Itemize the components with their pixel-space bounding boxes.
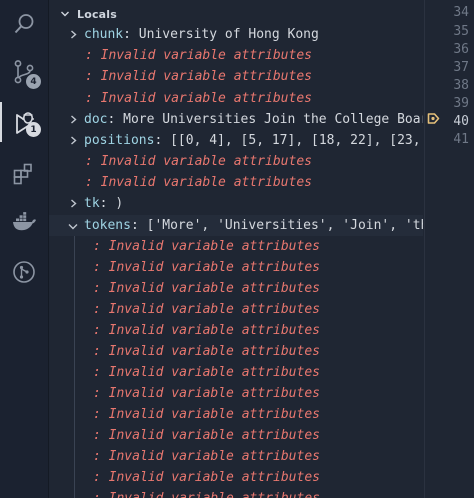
error-text: : Invalid variable attributes [93, 449, 320, 464]
line-number: 34 [453, 5, 469, 20]
error-text: : Invalid variable attributes [85, 48, 312, 63]
error-text: : Invalid variable attributes [85, 91, 312, 106]
section-title: Locals [77, 8, 118, 21]
line-number: 38 [453, 78, 469, 93]
error-text: : Invalid variable attributes [93, 470, 320, 485]
variable-row-tk[interactable]: tk: ) [49, 193, 423, 214]
error-text: : Invalid variable attributes [93, 428, 320, 443]
search-icon[interactable] [0, 0, 48, 48]
chevron-right-icon[interactable] [69, 115, 78, 124]
variable-row-error[interactable]: : Invalid variable attributes [49, 257, 423, 278]
variable-row-positions[interactable]: positions: [[0, 4], [5, 17], [18, 22], [… [49, 130, 423, 151]
error-text: : Invalid variable attributes [93, 302, 320, 317]
variable-separator: : [130, 218, 147, 233]
error-text: : Invalid variable attributes [85, 69, 312, 84]
chevron-right-icon[interactable] [69, 30, 78, 39]
variable-value: University of Hong Kong [138, 27, 319, 42]
variable-row-tokens[interactable]: tokens: ['More', 'Universities', 'Join',… [49, 215, 423, 236]
line-number: 41 [453, 132, 469, 147]
variable-row-error[interactable]: : Invalid variable attributes [49, 362, 423, 383]
variable-name: doc [84, 112, 108, 127]
git-graph-icon[interactable] [0, 248, 48, 296]
variable-row-error[interactable]: : Invalid variable attributes [49, 299, 423, 320]
variable-row-error[interactable]: : Invalid variable attributes [49, 172, 423, 193]
variable-name: tokens [84, 218, 131, 233]
error-text: : Invalid variable attributes [93, 365, 320, 380]
error-text: : Invalid variable attributes [93, 260, 320, 275]
variable-row-error[interactable]: : Invalid variable attributes [49, 88, 423, 109]
variable-row-error[interactable]: : Invalid variable attributes [49, 66, 423, 87]
extensions-icon[interactable] [0, 150, 48, 198]
debug-badge: 1 [26, 122, 41, 137]
chevron-right-icon[interactable] [69, 199, 78, 208]
locals-section-header[interactable]: Locals [49, 4, 423, 24]
editor-gutter: 34 35 36 37 38 39 40 41 [424, 0, 474, 498]
chevron-down-icon [61, 11, 69, 17]
variable-name: positions [84, 133, 155, 148]
variable-row-error[interactable]: : Invalid variable attributes [49, 151, 423, 172]
error-text: : Invalid variable attributes [93, 344, 320, 359]
variable-row-error[interactable]: : Invalid variable attributes [49, 236, 423, 257]
docker-icon[interactable] [0, 198, 48, 246]
variable-name: chunk [84, 27, 124, 42]
variable-separator: : [154, 133, 171, 148]
variable-row-error[interactable]: : Invalid variable attributes [49, 404, 423, 425]
chevron-down-icon[interactable] [68, 222, 78, 231]
variable-separator: : [99, 196, 116, 211]
run-debug-icon[interactable]: 1 [0, 98, 48, 146]
variable-row-error[interactable]: : Invalid variable attributes [49, 341, 423, 362]
variable-row-error[interactable]: : Invalid variable attributes [49, 383, 423, 404]
error-text: : Invalid variable attributes [93, 281, 320, 296]
scm-badge: 4 [26, 74, 41, 89]
variable-value: [[0, 4], [5, 17], [18, 22], [23, ... [170, 133, 423, 148]
variable-separator: : [123, 27, 139, 42]
activity-bar: 4 1 [0, 0, 49, 498]
error-text: : Invalid variable attributes [93, 386, 320, 401]
variable-value: More Universities Join the College Boar.… [123, 112, 423, 127]
error-text: : Invalid variable attributes [93, 407, 320, 422]
line-number: 36 [453, 42, 469, 57]
variable-row-doc[interactable]: doc: More Universities Join the College … [49, 109, 423, 130]
variable-row-error[interactable]: : Invalid variable attributes [49, 446, 423, 467]
variable-row-error[interactable]: : Invalid variable attributes [49, 278, 423, 299]
chevron-right-icon[interactable] [69, 136, 78, 145]
variable-row-chunk[interactable]: chunk: University of Hong Kong [49, 24, 423, 45]
source-control-icon[interactable]: 4 [0, 48, 48, 96]
variable-row-error[interactable]: : Invalid variable attributes [49, 425, 423, 446]
line-number: 37 [453, 60, 469, 75]
variable-row-error[interactable]: : Invalid variable attributes [49, 488, 423, 498]
variable-row-error[interactable]: : Invalid variable attributes [49, 467, 423, 488]
error-text: : Invalid variable attributes [93, 488, 320, 498]
variable-row-error[interactable]: : Invalid variable attributes [49, 320, 423, 341]
line-number: 35 [453, 24, 469, 39]
variable-separator: : [107, 112, 124, 127]
variable-name: tk [84, 196, 100, 211]
variables-panel: Locals chunk: University of Hong Kong : … [49, 0, 423, 498]
error-text: : Invalid variable attributes [85, 175, 312, 190]
variable-value: ) [115, 196, 124, 211]
variable-row-error[interactable]: : Invalid variable attributes [49, 45, 423, 66]
error-text: : Invalid variable attributes [85, 154, 312, 169]
current-line-number: 40 [453, 114, 469, 129]
line-number: 39 [453, 96, 469, 111]
variable-value: ['More', 'Universities', 'Join', 'th... [146, 218, 423, 233]
error-text: : Invalid variable attributes [93, 239, 320, 254]
error-text: : Invalid variable attributes [93, 323, 320, 338]
